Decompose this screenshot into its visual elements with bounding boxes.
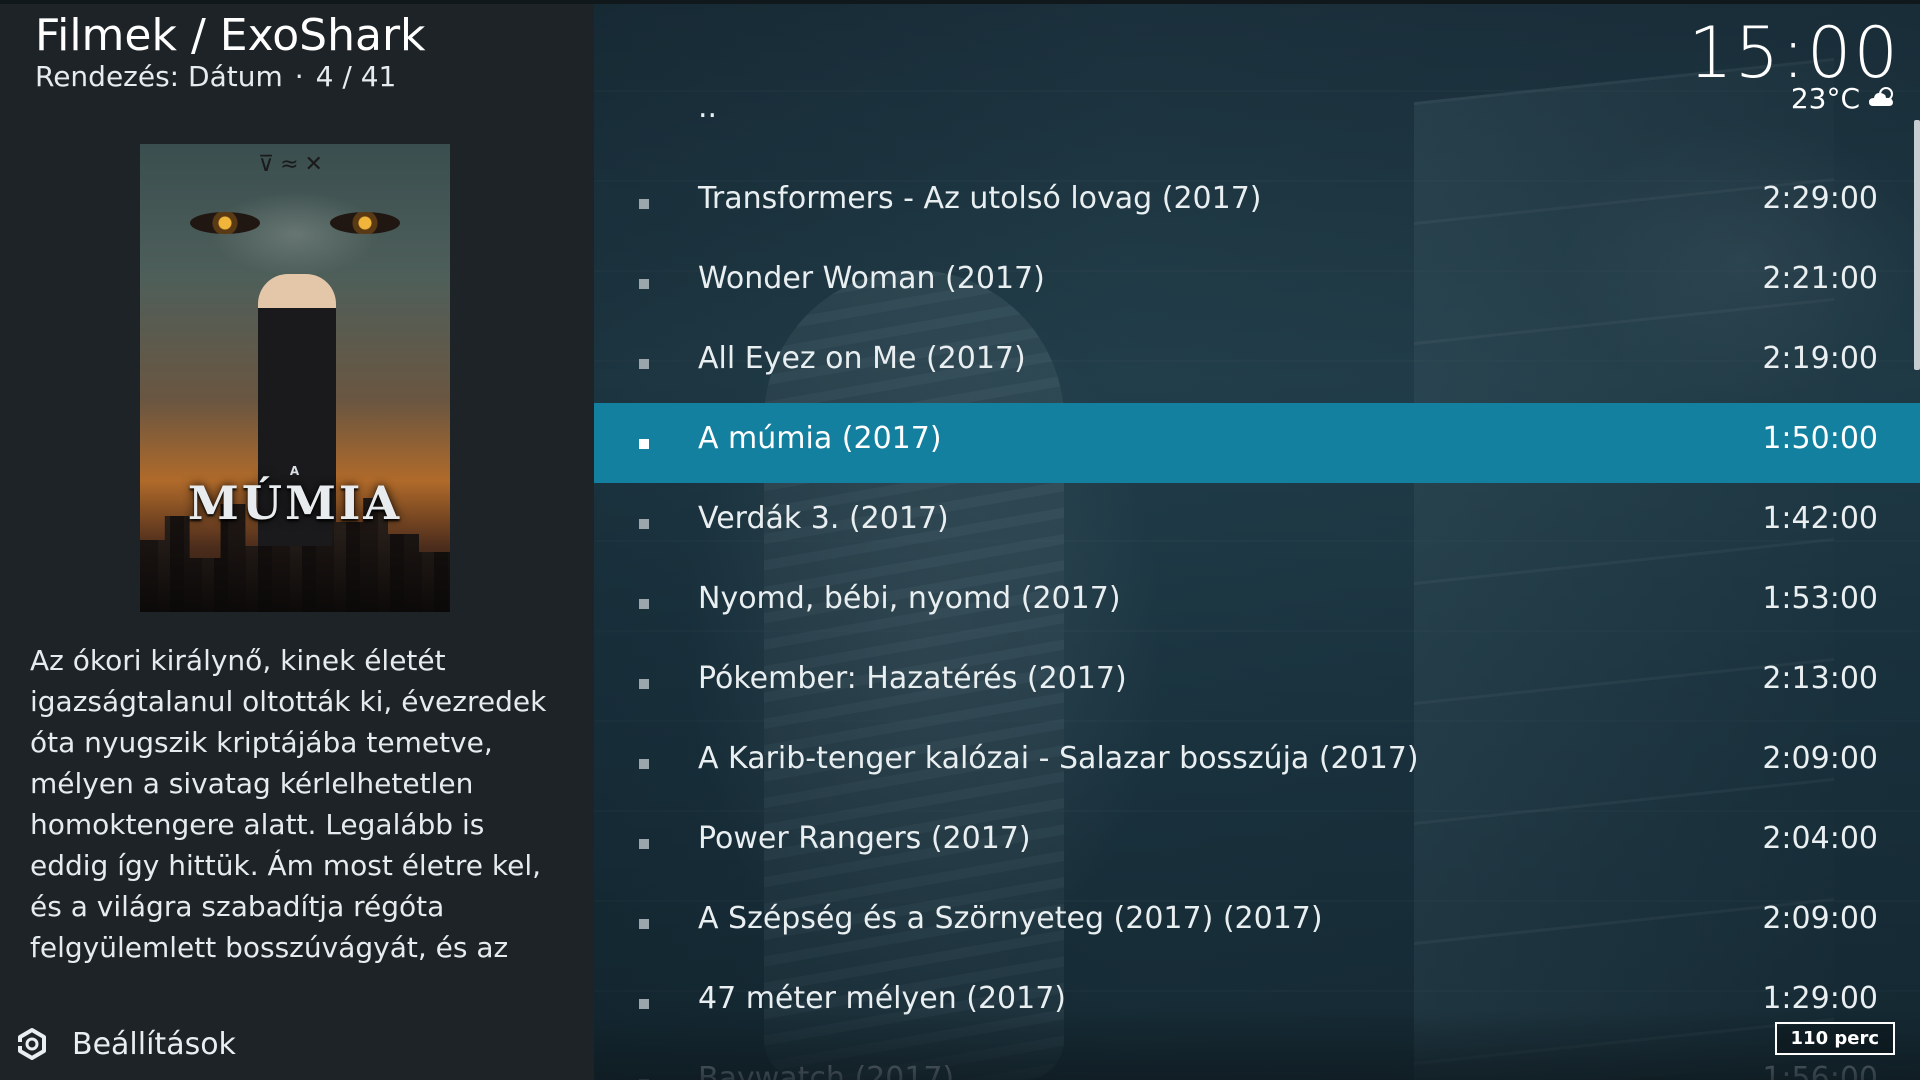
movie-title: Baywatch (2017)	[698, 1061, 955, 1080]
weather-widget: 23°C	[1791, 82, 1898, 115]
movie-title: A Karib-tenger kalózai - Salazar bosszúj…	[698, 741, 1419, 776]
list-item[interactable]: Wonder Woman (2017) 2:21:00	[594, 243, 1920, 323]
movie-title: 47 méter mélyen (2017)	[698, 981, 1067, 1016]
list-item-selected[interactable]: A múmia (2017) 1:50:00	[594, 403, 1920, 483]
movie-title: Wonder Woman (2017)	[698, 261, 1045, 296]
settings-label: Beállítások	[72, 1026, 236, 1062]
plot-text: Az ókori királynő, kinek életét igazságt…	[30, 644, 547, 964]
bullet-icon	[639, 519, 649, 529]
list-item-parent[interactable]: ..	[594, 90, 1920, 170]
bullet-icon	[639, 359, 649, 369]
list-item[interactable]: Power Rangers (2017) 2:04:00	[594, 803, 1920, 883]
bullet-icon	[639, 759, 649, 769]
list-item[interactable]: 47 méter mélyen (2017) 1:29:00	[594, 963, 1920, 1043]
list-scrollbar[interactable]	[1914, 120, 1920, 370]
temperature: 23°C	[1790, 82, 1860, 115]
bullet-icon	[639, 839, 649, 849]
bullet-icon	[639, 199, 649, 209]
movie-title: Nyomd, bébi, nyomd (2017)	[698, 581, 1121, 616]
list-position: 4 / 41	[315, 60, 397, 93]
poster-eye-right	[330, 212, 400, 234]
poster-title: MÚMIA	[187, 476, 403, 530]
list-item[interactable]: A Karib-tenger kalózai - Salazar bosszúj…	[594, 723, 1920, 803]
list-item[interactable]: A Szépség és a Szörnyeteg (2017) (2017) …	[594, 883, 1920, 963]
movie-duration: 1:50:00	[1762, 421, 1878, 456]
movie-title: Power Rangers (2017)	[698, 821, 1031, 856]
list-item[interactable]: All Eyez on Me (2017) 2:19:00	[594, 323, 1920, 403]
duration-badge: 110 perc	[1774, 1022, 1895, 1055]
list-item[interactable]: Baywatch (2017) 1:56:00	[594, 1043, 1920, 1080]
list-item[interactable]: Nyomd, bébi, nyomd (2017) 1:53:00	[594, 563, 1920, 643]
movie-duration: 1:29:00	[1762, 981, 1878, 1016]
movie-duration: 2:04:00	[1762, 821, 1878, 856]
top-edge	[0, 0, 1920, 4]
poster-eyes	[180, 202, 410, 242]
bullet-icon	[639, 679, 649, 689]
bullet-icon	[639, 279, 649, 289]
bullet-icon	[639, 599, 649, 609]
settings-button[interactable]: Beállítások	[14, 1020, 236, 1068]
movie-title: Pókember: Hazatérés (2017)	[698, 661, 1127, 696]
bullet-icon	[639, 919, 649, 929]
bullet-icon	[639, 999, 649, 1009]
movie-duration: 1:42:00	[1762, 501, 1878, 536]
movie-duration: 1:53:00	[1762, 581, 1878, 616]
cloud-icon	[1868, 82, 1898, 115]
bullet-icon	[639, 439, 649, 449]
info-panel: Filmek / ExoShark Rendezés: Dátum · 4 / 41…	[0, 0, 594, 1080]
movie-duration: 2:21:00	[1762, 261, 1878, 296]
sort-label: Rendezés: Dátum	[35, 60, 283, 93]
gear-icon	[14, 1026, 50, 1062]
list-item[interactable]: Pókember: Hazatérés (2017) 2:13:00	[594, 643, 1920, 723]
parent-folder-label: ..	[698, 90, 718, 125]
movie-duration: 1:56:00	[1762, 1061, 1878, 1080]
list-item[interactable]: Verdák 3. (2017) 1:42:00	[594, 483, 1920, 563]
movie-duration: 2:29:00	[1762, 181, 1878, 216]
movie-duration: 2:09:00	[1762, 741, 1878, 776]
movie-poster: ⊽≈✕ A MÚMIA	[140, 144, 450, 612]
movie-duration: 2:13:00	[1762, 661, 1878, 696]
separator-dot: ·	[294, 60, 304, 93]
poster-eye-left	[190, 212, 260, 234]
page-title: Filmek / ExoShark	[35, 10, 426, 61]
list-item[interactable]: Transformers - Az utolsó lovag (2017) 2:…	[594, 163, 1920, 243]
movie-title: All Eyez on Me (2017)	[698, 341, 1026, 376]
poster-runes: ⊽≈✕	[258, 152, 329, 177]
movie-duration: 2:09:00	[1762, 901, 1878, 936]
movie-title: Verdák 3. (2017)	[698, 501, 949, 536]
kodi-movie-list-screen: Filmek / ExoShark Rendezés: Dátum · 4 / 41…	[0, 0, 1920, 1080]
movie-title: A múmia (2017)	[698, 421, 942, 456]
movie-title: Transformers - Az utolsó lovag (2017)	[698, 181, 1262, 216]
page-subtitle: Rendezés: Dátum · 4 / 41	[35, 60, 396, 93]
movie-duration: 2:19:00	[1762, 341, 1878, 376]
movie-title: A Szépség és a Szörnyeteg (2017) (2017)	[698, 901, 1323, 936]
